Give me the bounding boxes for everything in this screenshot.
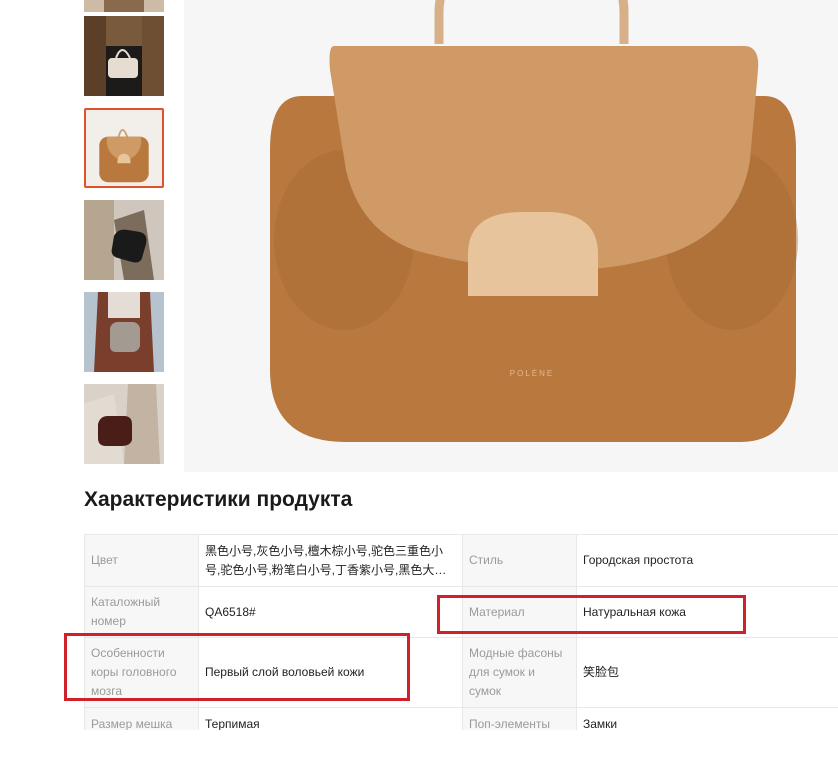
spec-label-style: Стиль (462, 534, 577, 587)
bag-photo-icon (86, 110, 162, 186)
thumbnail-2[interactable] (84, 16, 164, 96)
spec-value-color-text: 黑色小号,灰色小号,檀木棕小号,驼色三重色小号,驼色小号,粉笔白小号,丁香紫小号… (205, 543, 450, 577)
handbag-image: POLÈNE (184, 0, 838, 472)
bag-photo-icon (84, 16, 164, 96)
thumbnail-1[interactable] (84, 0, 164, 12)
spec-label-color: Цвет (84, 534, 199, 587)
bag-photo-icon (84, 200, 164, 280)
spec-value-bag-style: 笑脸包 (576, 637, 838, 708)
spec-label-bag-style: Модные фасоны для сумок и сумок (462, 637, 577, 708)
brand-mark: POLÈNE (510, 369, 554, 378)
spec-value-style: Городская простота (576, 534, 838, 587)
bag-photo-icon (84, 384, 164, 464)
spec-value-catalog-number: QA6518# (198, 586, 463, 638)
viewport-bottom-edge (0, 730, 838, 763)
spec-label-catalog-number: Каталожный номер (84, 586, 199, 638)
spec-value-color: 黑色小号,灰色小号,檀木棕小号,驼色三重色小号,驼色小号,粉笔白小号,丁香紫小号… (198, 534, 463, 587)
bag-photo-icon (84, 292, 164, 372)
highlight-box-material (437, 595, 746, 634)
bag-photo-icon (84, 0, 164, 12)
thumbnail-6[interactable] (84, 384, 164, 464)
section-title: Характеристики продукта (84, 488, 353, 511)
highlight-box-features (64, 633, 410, 701)
main-product-image: POLÈNE (184, 0, 838, 472)
thumbnail-3-selected[interactable] (84, 108, 164, 188)
thumbnail-5[interactable] (84, 292, 164, 372)
thumbnail-4[interactable] (84, 200, 164, 280)
table-row: Цвет 黑色小号,灰色小号,檀木棕小号,驼色三重色小号,驼色小号,粉笔白小号,… (84, 534, 838, 587)
